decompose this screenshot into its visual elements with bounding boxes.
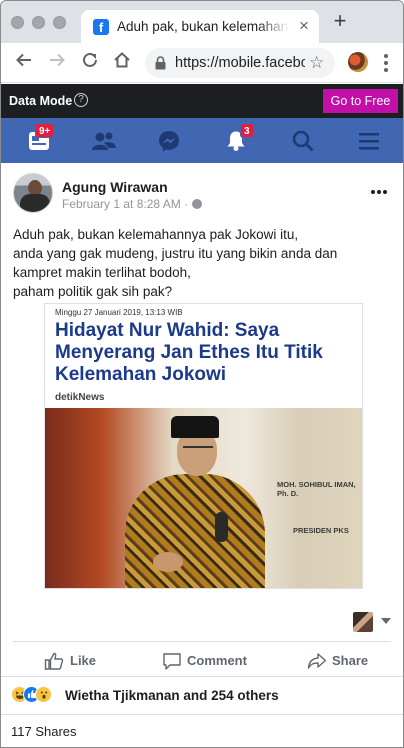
browser-menu-icon[interactable] <box>381 51 391 73</box>
photo-caption-title: PRESIDEN PKS <box>293 526 349 535</box>
search-tab[interactable] <box>283 118 323 163</box>
new-tab-button[interactable]: + <box>329 10 351 32</box>
author-avatar[interactable] <box>13 173 53 213</box>
close-tab-icon[interactable]: × <box>295 17 313 35</box>
post-text-line: Aduh pak, bukan kelemahannya pak Jokowi … <box>13 227 299 242</box>
share-button[interactable]: Share <box>307 649 377 673</box>
hamburger-menu-icon <box>359 133 379 150</box>
feed-post: Agung Wirawan February 1 at 8:28 AM · Ad… <box>1 163 403 747</box>
post-timestamp[interactable]: February 1 at 8:28 AM · <box>62 197 203 211</box>
back-arrow-icon[interactable] <box>13 51 35 73</box>
wow-reaction-icon <box>35 686 52 703</box>
forward-arrow-icon[interactable] <box>46 51 68 73</box>
go-to-free-button[interactable]: Go to Free <box>323 89 398 113</box>
extension-icon[interactable] <box>348 52 368 72</box>
data-mode-label: Data Mode <box>9 94 73 108</box>
tab-title: Aduh pak, bukan kelemahannya pak Jokowi … <box>117 19 289 34</box>
friend-requests-tab[interactable] <box>83 118 123 163</box>
timestamp-text: February 1 at 8:28 AM · <box>62 197 189 211</box>
search-icon <box>292 130 314 152</box>
news-feed-tab[interactable]: 9+ <box>19 118 59 163</box>
friends-icon <box>92 132 116 150</box>
headline-line: Hidayat Nur Wahid: Saya <box>55 320 280 341</box>
post-text-line: paham politik gak sih pak? <box>13 284 173 299</box>
shares-count[interactable]: 117 Shares <box>11 724 77 739</box>
help-icon[interactable]: ? <box>74 93 88 107</box>
messages-tab[interactable] <box>149 118 189 163</box>
post-text-line: kampret makin terlihat bodoh, <box>13 265 191 280</box>
news-date: Minggu 27 Januari 2019, 13:13 WIB <box>55 308 183 317</box>
like-label: Like <box>70 653 97 668</box>
home-icon[interactable] <box>111 51 133 73</box>
reaction-profile-thumbnail[interactable] <box>353 612 373 632</box>
main-menu-tab[interactable] <box>349 118 389 163</box>
post-body-text: Aduh pak, bukan kelemahannya pak Jokowi … <box>13 225 397 301</box>
like-button[interactable]: Like <box>44 649 104 673</box>
news-headline: Hidayat Nur Wahid: Saya Menyerang Jan Et… <box>55 320 355 386</box>
divider <box>13 641 391 642</box>
news-source: detikNews <box>55 392 105 403</box>
feed-badge: 9+ <box>35 123 55 138</box>
comment-button[interactable]: Comment <box>162 649 252 673</box>
close-window-button[interactable] <box>11 16 24 29</box>
thumbs-up-icon <box>44 652 64 670</box>
headline-line: Kelemahan Jokowi <box>55 364 227 385</box>
reload-icon[interactable] <box>79 51 101 73</box>
notifications-tab[interactable]: 3 <box>216 118 256 163</box>
post-text-line: anda yang gak mudeng, justru itu yang bi… <box>13 246 338 261</box>
facebook-favicon-icon: f <box>93 19 109 35</box>
news-photo: MOH. SOHIBUL IMAN, Ph. D. PRESIDEN PKS <box>45 408 362 588</box>
post-author-name[interactable]: Agung Wirawan <box>62 179 168 195</box>
chevron-down-icon[interactable] <box>381 618 391 624</box>
globe-icon <box>192 199 203 209</box>
share-label: Share <box>332 653 369 668</box>
shared-news-image[interactable]: Minggu 27 Januari 2019, 13:13 WIB Hidaya… <box>44 303 363 589</box>
browser-tab[interactable]: f Aduh pak, bukan kelemahannya pak Jokow… <box>81 10 319 43</box>
lock-icon <box>155 56 166 70</box>
comment-icon <box>163 653 181 670</box>
headline-line: Menyerang Jan Ethes Itu Titik <box>55 342 323 363</box>
messenger-icon <box>159 131 179 152</box>
maximize-window-button[interactable] <box>53 16 66 29</box>
browser-window: f Aduh pak, bukan kelemahannya pak Jokow… <box>0 0 404 748</box>
bookmark-star-icon[interactable]: ☆ <box>309 53 324 73</box>
divider <box>1 714 403 715</box>
url-text: https://mobile.facebook.com <box>175 55 305 71</box>
photo-caption-name: MOH. SOHIBUL IMAN, Ph. D. <box>277 480 356 498</box>
address-bar[interactable]: https://mobile.facebook.com ☆ <box>145 48 335 78</box>
reactions-text: Wietha Tjikmanan and 254 others <box>65 688 279 703</box>
post-options-icon[interactable] <box>371 181 391 194</box>
comment-label: Comment <box>187 653 247 668</box>
share-arrow-icon <box>307 653 327 669</box>
data-mode-bar: Data Mode ? Go to Free <box>1 84 403 118</box>
tab-strip: f Aduh pak, bukan kelemahannya pak Jokow… <box>1 1 403 43</box>
minimize-window-button[interactable] <box>32 16 45 29</box>
divider <box>1 676 403 677</box>
notifications-badge: 3 <box>240 123 254 138</box>
facebook-nav-bar: 9+ 3 <box>1 118 403 163</box>
browser-toolbar: https://mobile.facebook.com ☆ <box>1 43 403 83</box>
